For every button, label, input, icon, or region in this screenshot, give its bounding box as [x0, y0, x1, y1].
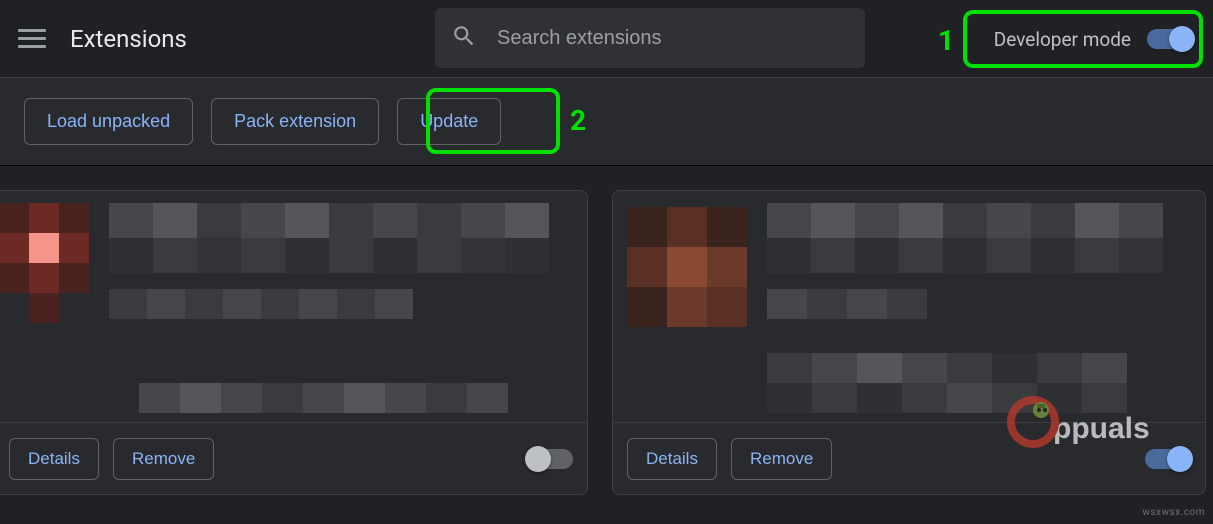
details-button[interactable]: Details — [627, 438, 717, 480]
update-button[interactable]: Update — [397, 98, 501, 145]
search-box[interactable] — [435, 8, 865, 68]
developer-toolbar: Load unpacked Pack extension Update — [0, 78, 1213, 166]
extension-card: Details Remove — [0, 190, 588, 495]
developer-mode-label: Developer mode — [994, 28, 1131, 51]
watermark-text: wsxwsx.com — [1142, 507, 1205, 518]
load-unpacked-button[interactable]: Load unpacked — [24, 98, 193, 145]
extension-enabled-toggle[interactable] — [527, 449, 573, 469]
search-input[interactable] — [497, 27, 849, 50]
page-title: Extensions — [70, 25, 187, 53]
extension-card-footer: Details Remove — [0, 422, 587, 494]
extension-card-footer: Details Remove — [613, 422, 1205, 494]
developer-mode-toggle[interactable] — [1147, 29, 1193, 49]
remove-button[interactable]: Remove — [731, 438, 832, 480]
extension-enabled-toggle[interactable] — [1145, 449, 1191, 469]
extension-card-body — [9, 203, 573, 422]
extension-card-body — [627, 203, 1191, 422]
extensions-grid: Details Remove — [0, 166, 1213, 495]
developer-mode-control: Developer mode — [984, 13, 1203, 65]
hamburger-menu-icon[interactable] — [18, 25, 46, 53]
pack-extension-button[interactable]: Pack extension — [211, 98, 379, 145]
remove-button[interactable]: Remove — [113, 438, 214, 480]
search-icon — [451, 23, 477, 53]
details-button[interactable]: Details — [9, 438, 99, 480]
extension-card: Details Remove — [612, 190, 1206, 495]
top-toolbar: Extensions Developer mode — [0, 0, 1213, 78]
